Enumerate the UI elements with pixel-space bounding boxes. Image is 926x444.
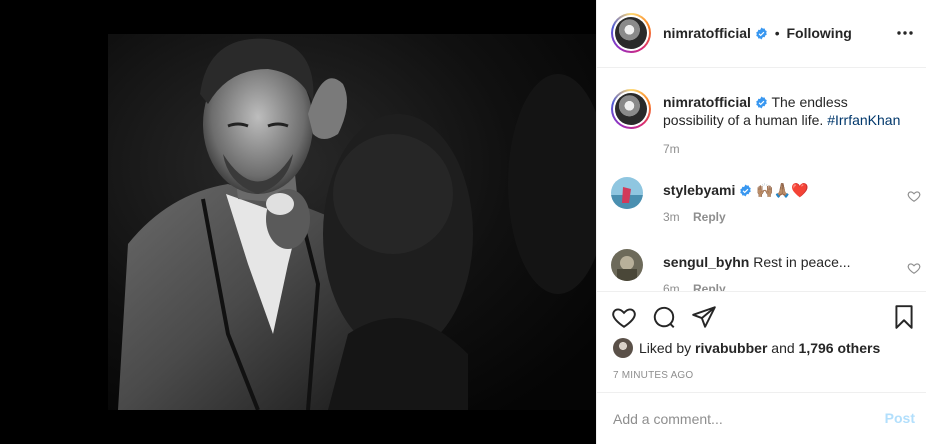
post-photo (108, 34, 596, 410)
comment-meta: 3m Reply (663, 210, 726, 224)
post-actions: Liked by rivabubber and 1,796 others 7 M… (597, 291, 926, 391)
follow-status-button[interactable]: Following (786, 25, 851, 41)
liker-avatar[interactable] (613, 338, 633, 358)
like-comment-heart-icon[interactable] (907, 189, 921, 203)
commenter-avatar[interactable] (611, 177, 643, 209)
comment-text: 🙌🏽🙏🏽❤️ (756, 182, 809, 198)
verified-badge-icon (740, 184, 752, 197)
reply-button[interactable]: Reply (693, 210, 726, 224)
more-options-icon[interactable] (895, 25, 915, 41)
comment-time[interactable]: 6m (663, 282, 680, 291)
add-comment-bar: Post (597, 392, 926, 444)
comment-meta: 6m Reply (663, 282, 726, 291)
like-heart-icon[interactable] (611, 304, 637, 330)
comment-username[interactable]: stylebyami (663, 182, 735, 198)
save-bookmark-icon[interactable] (891, 304, 917, 330)
comment-text-block: stylebyami 🙌🏽🙏🏽❤️ (663, 181, 903, 199)
likes-prefix: Liked by (639, 340, 692, 356)
comment-bubble-icon[interactable] (651, 304, 677, 330)
post-header: nimratofficial • Following (597, 0, 926, 68)
comment-time[interactable]: 3m (663, 210, 680, 224)
separator-dot: • (774, 25, 780, 41)
comments-list[interactable]: nimratofficial The endless possibility o… (597, 69, 926, 291)
comment-input[interactable] (613, 407, 863, 431)
verified-badge-icon (756, 27, 767, 40)
caption-time[interactable]: 7m (663, 142, 680, 156)
post-timestamp[interactable]: 7 MINUTES AGO (613, 370, 693, 381)
caption-author[interactable]: nimratofficial (663, 94, 751, 110)
share-paper-plane-icon[interactable] (691, 304, 717, 330)
like-comment-heart-icon[interactable] (907, 261, 921, 275)
likes-connector: and (771, 340, 795, 356)
post-side-panel: nimratofficial • Following nimratofficia… (596, 0, 926, 444)
verified-badge-icon (756, 96, 767, 109)
caption-text-block: nimratofficial The endless possibility o… (663, 93, 903, 129)
likes-others-link[interactable]: 1,796 others (799, 340, 881, 356)
post-header-text: nimratofficial • Following (663, 25, 852, 41)
caption-meta: 7m (663, 142, 680, 156)
author-username[interactable]: nimratofficial (663, 25, 751, 41)
comment-username[interactable]: sengul_byhn (663, 254, 749, 270)
liker-username[interactable]: rivabubber (695, 340, 767, 356)
caption-author-avatar[interactable] (611, 89, 651, 129)
comment-text-block: sengul_byhn Rest in peace... (663, 253, 903, 271)
likes-summary: Liked by rivabubber and 1,796 others (613, 338, 880, 358)
post-comment-button[interactable]: Post (885, 410, 915, 426)
comment-text: Rest in peace... (753, 254, 851, 270)
comment-item: stylebyami 🙌🏽🙏🏽❤️ 3m Reply (611, 177, 921, 237)
caption-hashtag[interactable]: #IrrfanKhan (827, 112, 900, 128)
author-avatar[interactable] (611, 13, 651, 53)
reply-button[interactable]: Reply (693, 282, 726, 291)
post-media[interactable] (0, 0, 596, 444)
comment-item: sengul_byhn Rest in peace... 6m Reply (611, 249, 921, 291)
caption-comment: nimratofficial The endless possibility o… (611, 89, 921, 159)
commenter-avatar[interactable] (611, 249, 643, 281)
